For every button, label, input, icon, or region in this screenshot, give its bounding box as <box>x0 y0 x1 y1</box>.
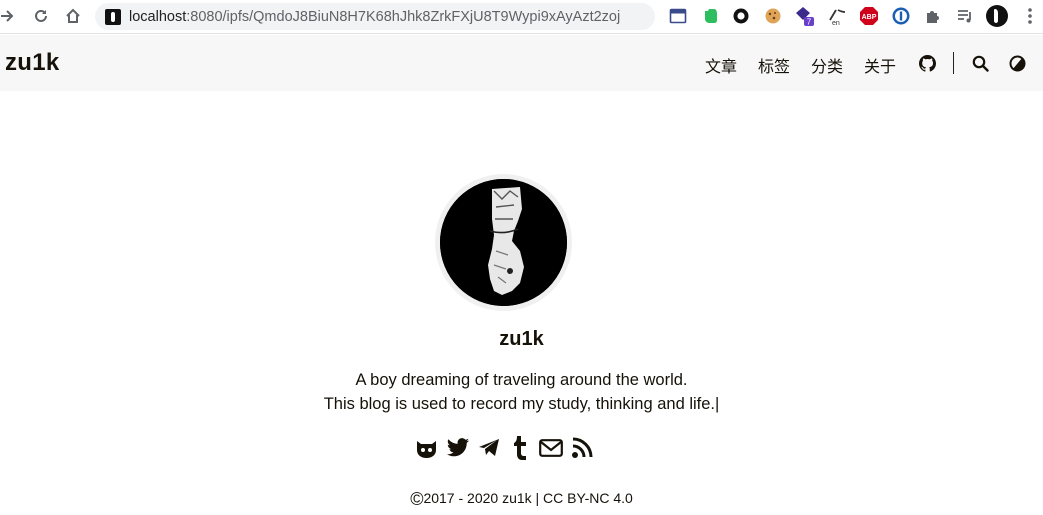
site-brand[interactable]: zu1k <box>5 49 60 77</box>
profile-subtitle-line-1: A boy dreaming of traveling around the w… <box>355 371 688 389</box>
password-manager-icon[interactable] <box>891 6 911 26</box>
theme-toggle-icon[interactable] <box>1007 53 1027 73</box>
menu-item-categories[interactable]: 分类 <box>811 53 843 77</box>
avatar <box>440 179 567 306</box>
profile-avatar-icon[interactable] <box>985 4 1009 28</box>
reload-icon[interactable] <box>30 5 52 27</box>
telegram-icon[interactable] <box>476 435 501 461</box>
evernote-icon[interactable] <box>700 6 720 26</box>
github-icon[interactable] <box>414 435 439 461</box>
github-icon[interactable] <box>917 53 937 73</box>
adblock-plus-icon[interactable]: ABP <box>859 6 879 26</box>
puzzle-icon[interactable] <box>923 6 943 26</box>
twitter-icon[interactable] <box>445 435 470 461</box>
more-menu-icon[interactable] <box>1020 6 1040 26</box>
profile-subtitle-line-2: This blog is used to record my study, th… <box>323 395 720 413</box>
url-text: localhost:8080/ipfs/QmdoJ8BiuN8H7K68hJhk… <box>129 9 620 25</box>
circle-extension-icon[interactable] <box>731 6 751 26</box>
menu-item-about[interactable]: 关于 <box>864 53 896 77</box>
copyright-symbol: © <box>410 489 424 509</box>
menu-item-tags[interactable]: 标签 <box>758 53 790 77</box>
search-icon[interactable] <box>970 53 990 73</box>
profile-name: zu1k <box>499 328 544 350</box>
site-favicon-icon <box>105 8 121 25</box>
browser-toolbar: localhost:8080/ipfs/QmdoJ8BiuN8H7K68hJhk… <box>0 0 1043 34</box>
email-icon[interactable] <box>538 435 563 461</box>
cookie-icon[interactable] <box>763 6 783 26</box>
address-bar[interactable]: localhost:8080/ipfs/QmdoJ8BiuN8H7K68hJhk… <box>95 3 655 30</box>
site-header: zu1k 文章 标签 分类 关于 <box>0 35 1043 91</box>
rss-icon[interactable] <box>569 435 594 461</box>
footer-text: 2017 - 2020 zu1k | CC BY-NC 4.0 <box>423 490 633 506</box>
social-links <box>414 434 594 462</box>
translate-icon[interactable]: en <box>828 6 848 26</box>
forward-icon[interactable] <box>0 5 18 27</box>
extension-badge-count: 7 <box>807 18 812 27</box>
translate-label: en <box>832 20 840 26</box>
footer: ©2017 - 2020 zu1k | CC BY-NC 4.0 <box>0 489 1043 510</box>
menu-item-posts[interactable]: 文章 <box>705 53 737 77</box>
header-divider <box>953 52 954 74</box>
url-path: :8080/ipfs/QmdoJ8BiuN8H7K68hJhk8ZrkFXjU8… <box>186 8 621 25</box>
home-icon[interactable] <box>62 5 84 27</box>
playlist-icon[interactable] <box>955 6 975 26</box>
calendar-extension-icon[interactable] <box>668 6 688 26</box>
adblock-label: ABP <box>862 14 877 21</box>
tumblr-icon[interactable] <box>507 435 532 461</box>
badge-extension-icon[interactable]: 7 <box>795 6 815 26</box>
url-host: localhost <box>129 8 187 25</box>
